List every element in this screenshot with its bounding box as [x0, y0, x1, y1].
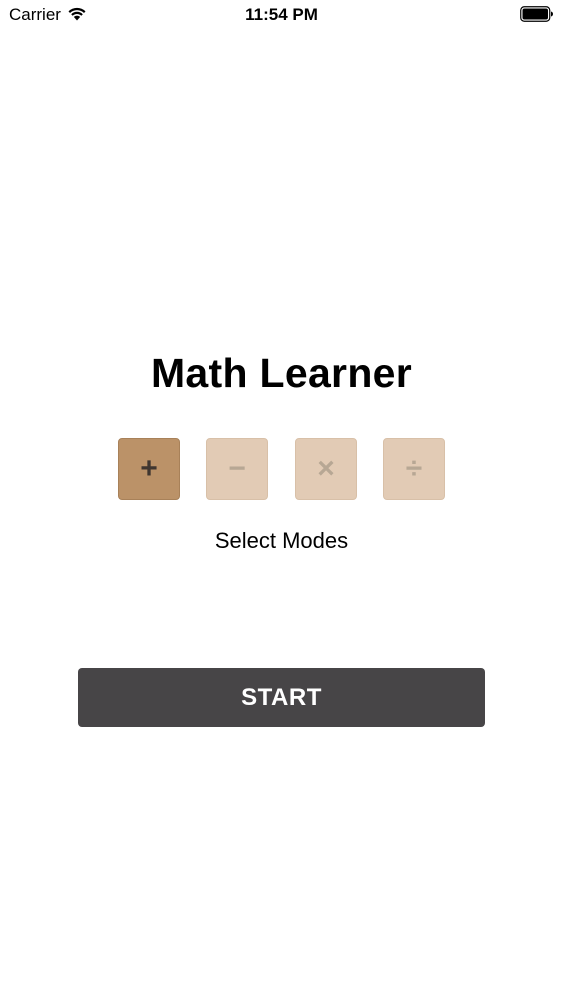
plus-icon: +: [140, 452, 158, 485]
minus-icon: −: [228, 452, 246, 485]
mode-multiplication-button[interactable]: ×: [295, 438, 357, 500]
mode-division-button[interactable]: ÷: [383, 438, 445, 500]
app-title: Math Learner: [150, 350, 413, 396]
mode-addition-button[interactable]: +: [118, 438, 180, 500]
divide-icon: ÷: [405, 452, 423, 485]
start-button-label: START: [241, 683, 322, 711]
status-time: 11:54 PM: [245, 5, 318, 24]
status-bar: Carrier 11:54 PM: [0, 0, 563, 30]
mode-subtraction-button[interactable]: −: [206, 438, 268, 500]
app-screen: Carrier 11:54 PM Math Learner + − × ÷ Se…: [0, 0, 563, 1000]
select-modes-label: Select Modes: [214, 528, 349, 553]
multiply-icon: ×: [317, 452, 335, 485]
battery-full-icon: [520, 6, 553, 22]
mode-selector: + − × ÷: [118, 438, 445, 500]
start-button[interactable]: START: [78, 668, 485, 727]
